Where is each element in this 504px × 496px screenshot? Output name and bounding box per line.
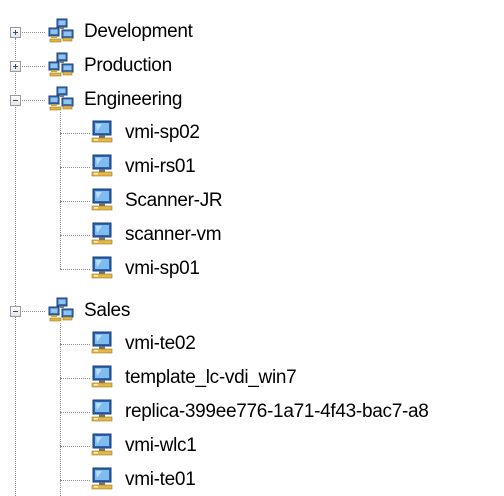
virtual-machine-icon (90, 119, 116, 145)
collapse-engineering-button[interactable] (10, 95, 21, 106)
expand-production-button[interactable] (10, 61, 21, 72)
tree-item-label: vmi-wlc1 (125, 435, 197, 456)
tree-item-label: replica-399ee776-1a71-4f43-bac7-a8 (125, 401, 429, 422)
vm-tree-view[interactable]: Development Production Engineering vmi-s… (0, 0, 504, 496)
tree-item-vm[interactable]: vmi-te01 (0, 463, 504, 496)
expand-development-button[interactable] (10, 27, 21, 38)
tree-item-label: vmi-sp02 (125, 122, 200, 143)
virtual-machine-icon (90, 364, 116, 390)
server-group-icon (48, 18, 74, 44)
tree-item-vm[interactable]: vmi-rs01 (0, 150, 504, 184)
server-group-icon (48, 297, 74, 323)
tree-item-label: vmi-te02 (125, 333, 196, 354)
tree-group-engineering[interactable]: Engineering (0, 83, 504, 117)
tree-group-label: Engineering (84, 89, 183, 110)
virtual-machine-icon (90, 187, 116, 213)
tree-group-production[interactable]: Production (0, 49, 504, 83)
tree-group-label: Production (84, 55, 172, 76)
virtual-machine-icon (90, 255, 116, 281)
tree-group-development[interactable]: Development (0, 15, 504, 49)
tree-item-vm[interactable]: vmi-te02 (0, 327, 504, 361)
virtual-machine-icon (90, 466, 116, 492)
tree-item-vm[interactable]: replica-399ee776-1a71-4f43-bac7-a8 (0, 395, 504, 429)
collapse-sales-button[interactable] (10, 306, 21, 317)
tree-item-vm[interactable]: template_lc-vdi_win7 (0, 361, 504, 395)
tree-item-label: vmi-te01 (125, 469, 196, 490)
tree-item-vm[interactable]: scanner-vm (0, 218, 504, 252)
tree-item-label: scanner-vm (125, 224, 222, 245)
virtual-machine-icon (90, 398, 116, 424)
tree-item-label: vmi-sp01 (125, 258, 200, 279)
tree-group-label: Development (84, 21, 193, 42)
server-group-icon (48, 86, 74, 112)
virtual-machine-icon (90, 221, 116, 247)
virtual-machine-icon (90, 432, 116, 458)
server-group-icon (48, 52, 74, 78)
tree-item-vm[interactable]: vmi-sp01 (0, 252, 504, 286)
tree-group-label: Sales (84, 300, 131, 321)
tree-item-vm[interactable]: vmi-wlc1 (0, 429, 504, 463)
tree-item-label: vmi-rs01 (125, 156, 196, 177)
tree-group-sales[interactable]: Sales (0, 294, 504, 328)
virtual-machine-icon (90, 153, 116, 179)
tree-item-vm[interactable]: Scanner-JR (0, 184, 504, 218)
tree-item-label: template_lc-vdi_win7 (125, 367, 297, 388)
virtual-machine-icon (90, 330, 116, 356)
tree-item-label: Scanner-JR (125, 190, 223, 211)
tree-item-vm[interactable]: vmi-sp02 (0, 116, 504, 150)
